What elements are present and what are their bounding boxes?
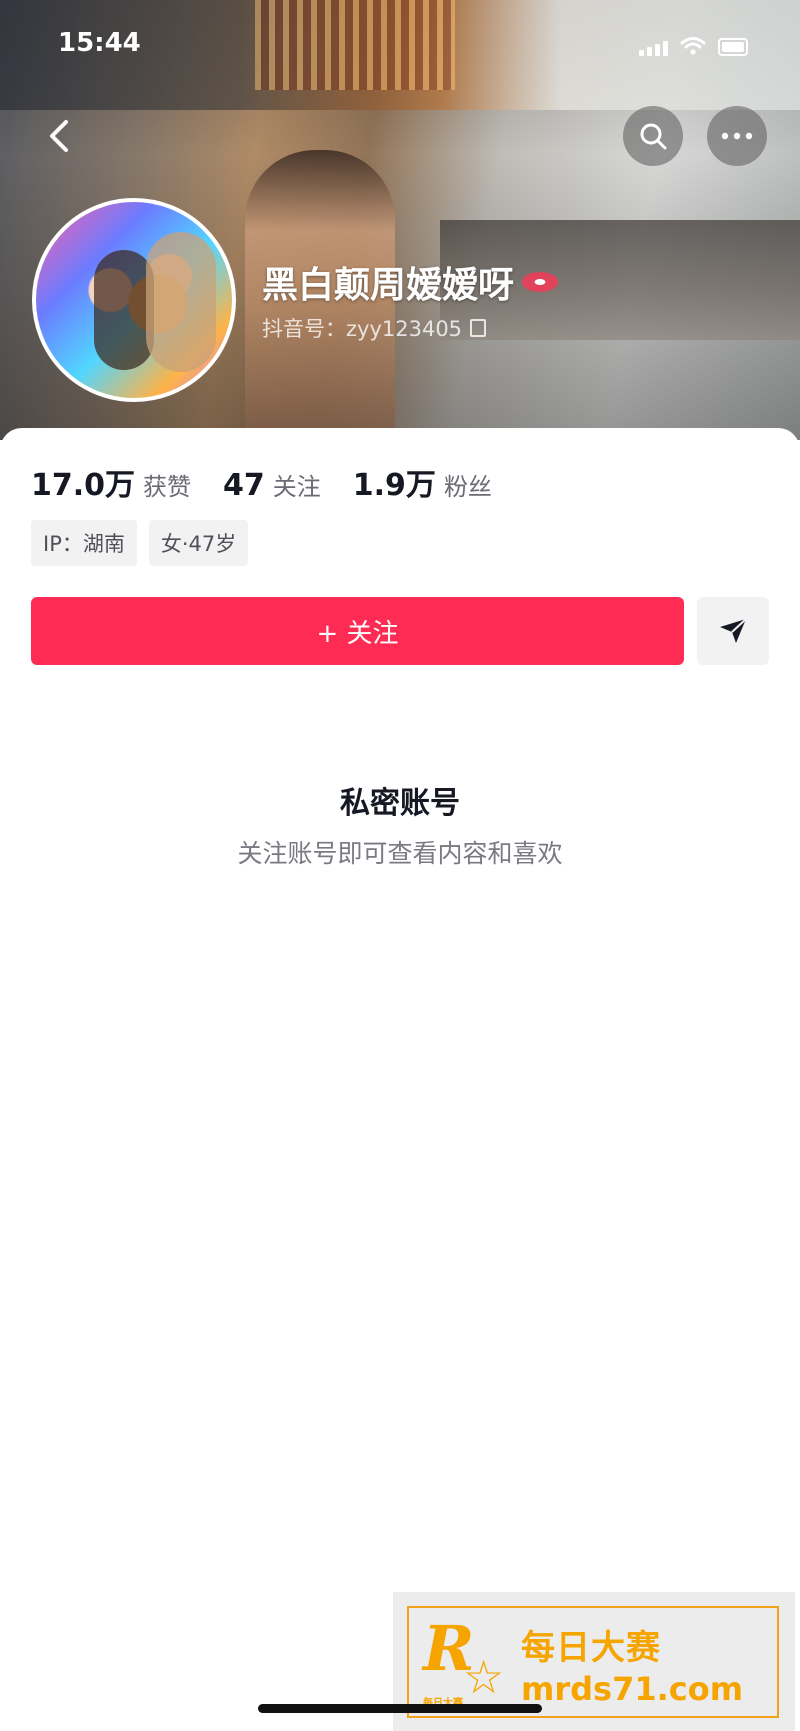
copy-icon[interactable] xyxy=(470,319,487,337)
douyin-id-text: 抖音号：zyy123405 xyxy=(262,317,463,341)
profile-nickname: 黑白颠周嫒嫒呀 xyxy=(262,256,559,308)
home-indicator[interactable] xyxy=(258,1704,542,1713)
stat-value: 1.9万 xyxy=(352,468,436,503)
chevron-left-icon xyxy=(50,120,68,152)
star-icon: ☆ xyxy=(463,1650,505,1704)
stat-likes[interactable]: 17.0万 获赞 xyxy=(31,460,191,504)
send-icon xyxy=(720,618,747,643)
watermark-url: mrds71.com xyxy=(521,1670,744,1708)
nickname-text: 黑白颠周嫒嫒呀 xyxy=(262,265,515,306)
private-account-subtitle: 关注账号即可查看内容和喜欢 xyxy=(237,839,563,868)
search-button[interactable] xyxy=(623,106,683,166)
lips-icon xyxy=(522,272,559,292)
private-account-title: 私密账号 xyxy=(340,786,460,821)
avatar[interactable] xyxy=(32,198,236,402)
stat-label: 获赞 xyxy=(143,473,192,501)
more-dots-icon xyxy=(721,132,753,140)
stat-label: 粉丝 xyxy=(443,473,492,501)
watermark-name: 每日大赛 xyxy=(521,1628,661,1668)
stat-value: 47 xyxy=(223,468,265,503)
share-button[interactable] xyxy=(697,597,769,665)
tag-gender-age: 女·47岁 xyxy=(148,520,249,566)
back-button[interactable] xyxy=(30,106,90,166)
search-icon xyxy=(640,123,667,150)
stat-following[interactable]: 47 关注 xyxy=(223,467,321,503)
profile-tags: IP：湖南 女·47岁 xyxy=(31,520,249,566)
cover-lights xyxy=(255,0,455,90)
douyin-id[interactable]: 抖音号：zyy123405 xyxy=(262,313,487,343)
status-icons xyxy=(639,36,748,56)
signal-icon xyxy=(639,41,668,56)
stat-followers[interactable]: 1.9万 粉丝 xyxy=(353,460,492,504)
battery-icon xyxy=(718,38,748,56)
status-time: 15:44 xyxy=(58,28,141,58)
more-button[interactable] xyxy=(707,106,767,166)
follow-button[interactable]: + 关注 xyxy=(31,597,684,665)
stat-value: 17.0万 xyxy=(31,468,136,503)
profile-stats: 17.0万 获赞 47 关注 1.9万 粉丝 xyxy=(31,460,524,504)
stat-label: 关注 xyxy=(272,473,321,501)
tag-ip-location: IP：湖南 xyxy=(31,520,137,566)
wifi-icon xyxy=(680,37,706,55)
